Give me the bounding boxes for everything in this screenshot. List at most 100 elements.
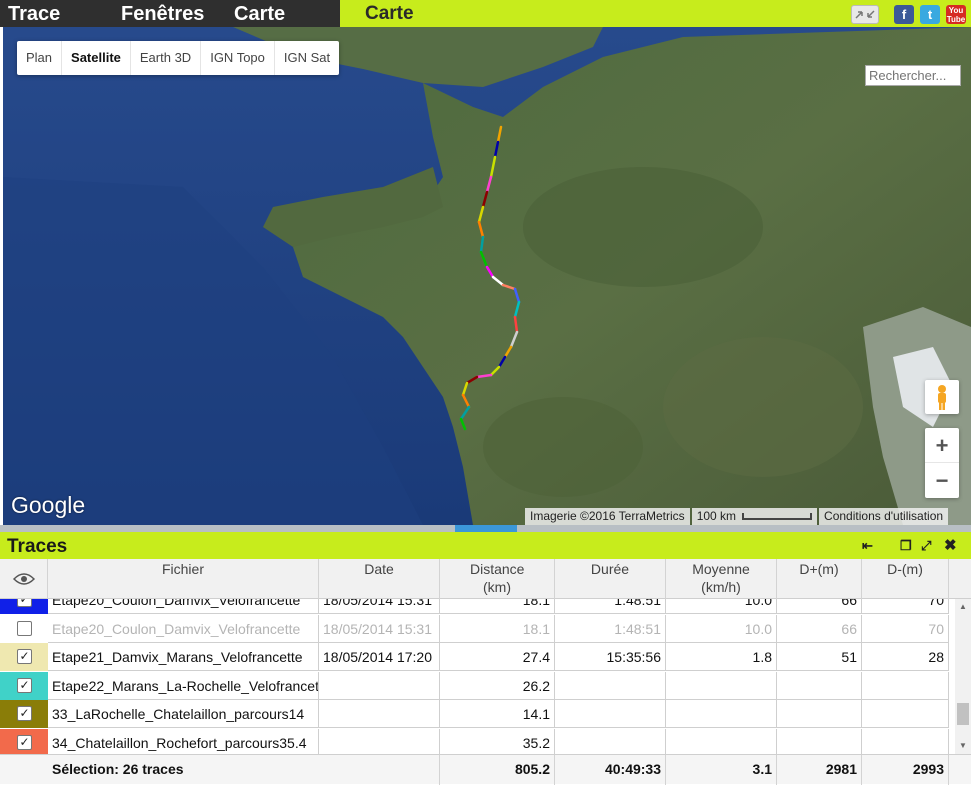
cell-date: [319, 729, 440, 754]
cell-average: [666, 671, 777, 700]
table-row[interactable]: ✓ Etape22_Marans_La-Rochelle_Velofrancett…: [0, 671, 949, 700]
traces-table-footer: Sélection: 26 traces 805.2 40:49:33 3.1 …: [0, 754, 971, 785]
menu-trace[interactable]: Trace: [8, 3, 60, 26]
column-file[interactable]: Fichier: [48, 559, 319, 599]
visibility-checkbox[interactable]: ✓: [17, 599, 32, 607]
cell-distance: 14.1: [440, 700, 555, 729]
cell-average: [666, 729, 777, 754]
restore-window-icon[interactable]: ❐: [900, 538, 912, 554]
map-type-earth-3d[interactable]: Earth 3D: [131, 41, 202, 75]
zoom-in-button[interactable]: +: [925, 428, 959, 463]
street-view-pegman-icon[interactable]: [925, 380, 959, 414]
cell-date: [319, 700, 440, 729]
close-icon[interactable]: ✖: [944, 536, 957, 554]
cell-duration: [555, 729, 666, 754]
cell-average: 10.0: [666, 614, 777, 643]
splitter-handle[interactable]: [455, 525, 517, 532]
table-row[interactable]: ✓ Etape20_Coulon_Damvix_Velofrancette 18/0…: [0, 599, 949, 614]
column-duration[interactable]: Durée: [555, 559, 666, 599]
cell-dminus: [862, 671, 949, 700]
fullscreen-icon[interactable]: [851, 5, 879, 24]
selection-summary: Sélection: 26 traces: [48, 755, 440, 785]
scroll-thumb[interactable]: [957, 703, 969, 725]
visibility-checkbox[interactable]: ✓: [17, 706, 32, 722]
scale-label: 100 km: [696, 509, 737, 523]
column-dplus[interactable]: D+(m): [777, 559, 862, 599]
cell-dminus: [862, 700, 949, 729]
section-title: Carte: [365, 3, 414, 24]
facebook-icon[interactable]: f: [894, 5, 914, 24]
table-row[interactable]: ✓ 34_Chatelaillon_Rochefort_parcours35.4 3…: [0, 729, 949, 754]
cell-dminus: [862, 729, 949, 754]
column-date[interactable]: Date: [319, 559, 440, 599]
cell-distance: 18.1: [440, 599, 555, 614]
search-input[interactable]: [865, 65, 961, 86]
zoom-control: + −: [925, 428, 959, 498]
cell-date: 18/05/2014 17:20: [319, 643, 440, 672]
scroll-up-icon[interactable]: ▲: [959, 602, 967, 611]
main-menu: Trace Fenêtres Carte: [0, 0, 340, 27]
column-average[interactable]: Moyenne (km/h): [666, 559, 777, 599]
trace-color-swatch[interactable]: ✓: [0, 599, 48, 614]
cell-duration: 15:35:56: [555, 643, 666, 672]
collapse-left-icon[interactable]: ⇤: [862, 538, 873, 554]
cell-file: 34_Chatelaillon_Rochefort_parcours35.4: [48, 729, 319, 754]
traces-panel-header: Traces ⇤ ❐ ⤢ ✖: [0, 532, 971, 559]
twitter-icon[interactable]: t: [920, 5, 940, 24]
column-dminus[interactable]: D-(m): [862, 559, 949, 599]
trace-color-swatch[interactable]: ✓: [0, 643, 48, 672]
top-bar: Trace Fenêtres Carte Carte f t You Tube: [0, 0, 971, 27]
total-dminus: 2993: [862, 755, 949, 785]
terms-link[interactable]: Conditions d'utilisation: [819, 508, 949, 525]
cell-duration: [555, 700, 666, 729]
cell-dminus: 70: [862, 599, 949, 614]
cell-dminus: 70: [862, 614, 949, 643]
column-distance[interactable]: Distance (km): [440, 559, 555, 599]
cell-duration: 1:48:51: [555, 614, 666, 643]
trace-color-swatch[interactable]: ✓: [0, 729, 48, 754]
menu-windows[interactable]: Fenêtres: [121, 3, 204, 26]
satellite-imagery: [3, 27, 971, 525]
imagery-credit: Imagerie ©2016 TerraMetrics: [525, 508, 690, 525]
table-scrollbar[interactable]: ▲ ▼: [955, 599, 971, 754]
cell-distance: 35.2: [440, 729, 555, 754]
youtube-icon[interactable]: You Tube: [946, 5, 966, 24]
map-type-satellite[interactable]: Satellite: [62, 41, 131, 75]
visibility-checkbox[interactable]: [17, 620, 32, 636]
map-type-plan[interactable]: Plan: [17, 41, 63, 75]
cell-dplus: 51: [777, 643, 862, 672]
cell-dminus: 28: [862, 643, 949, 672]
panel-splitter[interactable]: [0, 525, 971, 532]
zoom-out-button[interactable]: −: [925, 463, 959, 498]
table-row[interactable]: Etape20_Coulon_Damvix_Velofrancette 18/05…: [0, 614, 949, 643]
cell-duration: [555, 671, 666, 700]
cell-date: [319, 671, 440, 700]
visibility-checkbox[interactable]: ✓: [17, 649, 32, 665]
maximize-icon[interactable]: ⤢: [921, 538, 931, 554]
menu-map[interactable]: Carte: [234, 3, 285, 26]
table-row[interactable]: ✓ 33_LaRochelle_Chatelaillon_parcours14 14…: [0, 700, 949, 729]
scroll-down-icon[interactable]: ▼: [959, 741, 967, 750]
visibility-column-header[interactable]: [0, 559, 48, 599]
google-logo: Google: [11, 492, 86, 518]
total-average: 3.1: [666, 755, 777, 785]
cell-file: Etape21_Damvix_Marans_Velofrancette: [48, 643, 319, 672]
cell-dplus: 66: [777, 614, 862, 643]
cell-distance: 26.2: [440, 671, 555, 700]
map-type-ign-topo[interactable]: IGN Topo: [201, 41, 275, 75]
scale-bar: [742, 513, 813, 521]
traces-title: Traces: [7, 536, 68, 557]
table-row[interactable]: ✓ Etape21_Damvix_Marans_Velofrancette 18/0…: [0, 643, 949, 672]
visibility-checkbox[interactable]: ✓: [17, 735, 32, 750]
trace-color-swatch[interactable]: ✓: [0, 700, 48, 729]
scale-indicator: 100 km: [691, 508, 818, 525]
trace-color-swatch[interactable]: ✓: [0, 671, 48, 700]
cell-file: 33_LaRochelle_Chatelaillon_parcours14: [48, 700, 319, 729]
cell-dplus: [777, 700, 862, 729]
map-type-selector: Plan Satellite Earth 3D IGN Topo IGN Sat: [17, 41, 340, 75]
map-type-ign-sat[interactable]: IGN Sat: [275, 41, 339, 75]
cell-dplus: [777, 671, 862, 700]
map-view[interactable]: Plan Satellite Earth 3D IGN Topo IGN Sat…: [3, 27, 971, 525]
visibility-checkbox[interactable]: ✓: [17, 677, 32, 693]
trace-color-swatch[interactable]: [0, 614, 48, 643]
